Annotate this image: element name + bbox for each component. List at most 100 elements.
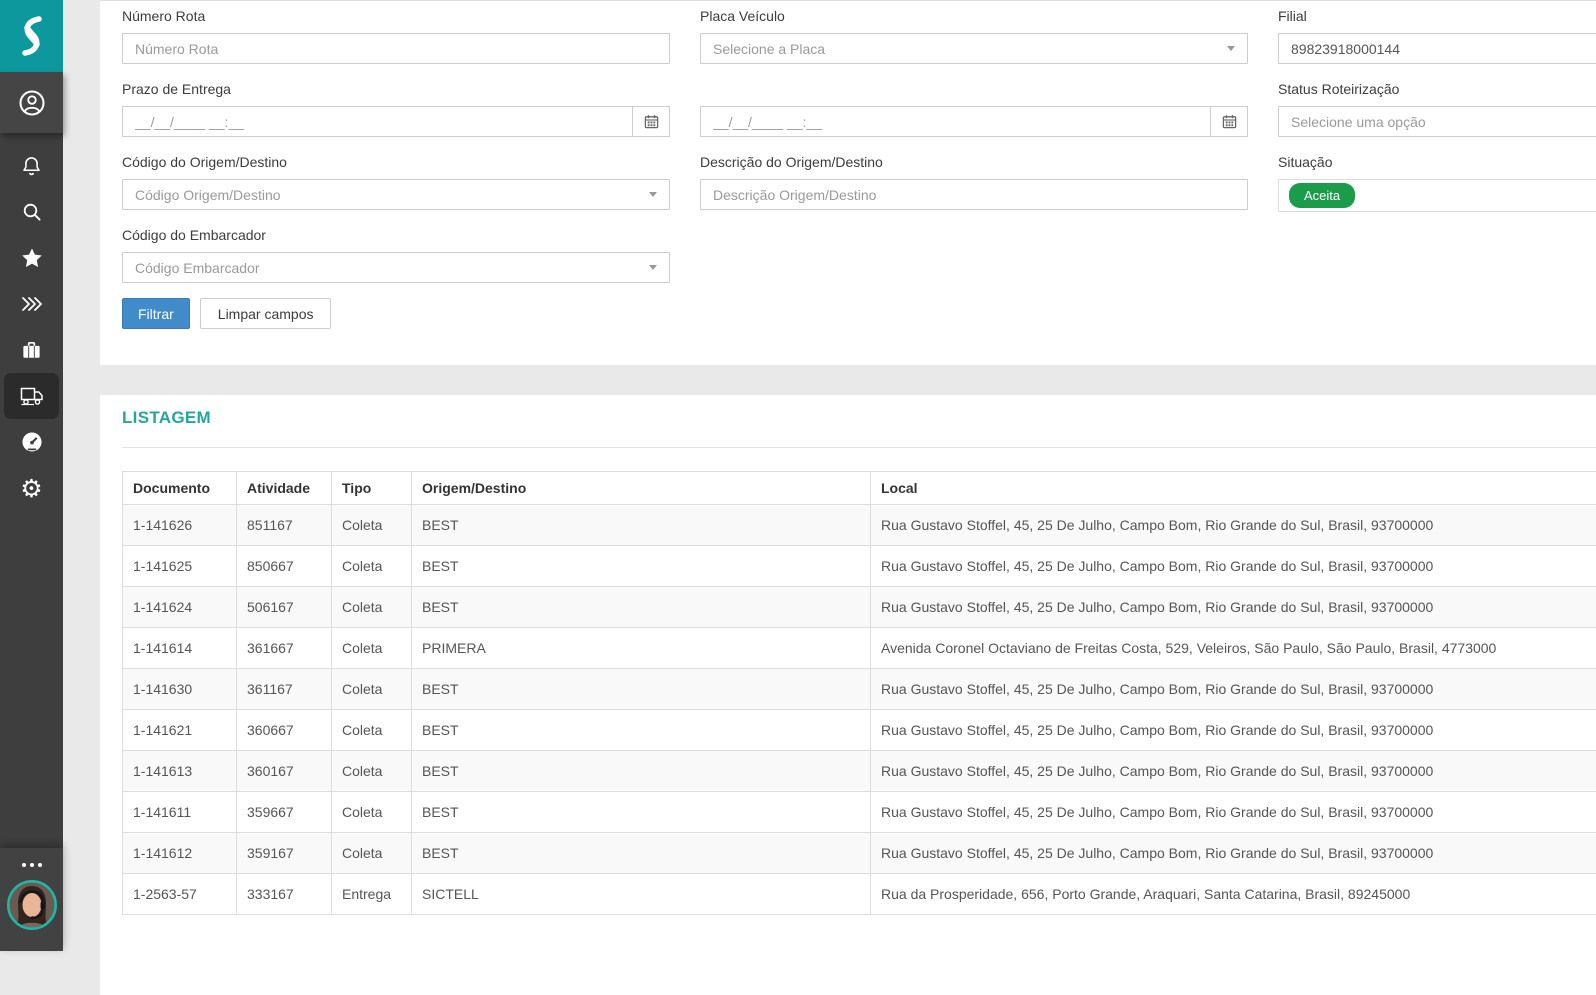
calendar-button[interactable]	[632, 106, 670, 137]
table-row[interactable]: 1-141621360667ColetaBESTRua Gustavo Stof…	[123, 710, 1596, 751]
table-cell: 361667	[237, 628, 332, 669]
placa-veiculo-select[interactable]: Selecione a Placa	[700, 33, 1248, 64]
select-placeholder: Código Origem/Destino	[135, 187, 649, 203]
table-cell: 333167	[237, 874, 332, 915]
table-row[interactable]: 1-141624506167ColetaBESTRua Gustavo Stof…	[123, 587, 1596, 628]
filter-panel: Número Rota Prazo de Entrega	[100, 0, 1596, 365]
search-icon	[20, 200, 44, 224]
table-row[interactable]: 1-141614361667ColetaPRIMERAAvenida Coron…	[123, 628, 1596, 669]
listing-table: DocumentoAtividadeTipoOrigem/DestinoLoca…	[122, 471, 1596, 915]
select-placeholder: Selecione a Placa	[713, 41, 1227, 57]
field-filial: Filial	[1278, 6, 1596, 64]
sidebar-item-notifications[interactable]	[0, 143, 63, 189]
calendar-button[interactable]	[1210, 106, 1248, 137]
clear-fields-button[interactable]: Limpar campos	[200, 298, 332, 329]
table-cell: Rua da Prosperidade, 656, Porto Grande, …	[871, 874, 1596, 915]
field-status-roteirizacao: Status Roteirização Selecione uma opção	[1278, 79, 1596, 137]
filial-input[interactable]	[1278, 33, 1596, 64]
table-cell: BEST	[412, 669, 871, 710]
filter-column-3: Filial Status Roteirização Selecione uma…	[1278, 6, 1596, 227]
sidebar-item-routes[interactable]	[4, 373, 59, 419]
table-cell: Coleta	[332, 505, 412, 546]
table-cell: Rua Gustavo Stoffel, 45, 25 De Julho, Ca…	[871, 505, 1596, 546]
field-label: Descrição do Origem/Destino	[700, 152, 1248, 172]
table-cell: Rua Gustavo Stoffel, 45, 25 De Julho, Ca…	[871, 710, 1596, 751]
table-cell: Coleta	[332, 710, 412, 751]
table-cell: 506167	[237, 587, 332, 628]
sidebar-more-button[interactable]	[22, 863, 42, 867]
sidebar-item-expand[interactable]	[0, 281, 63, 327]
table-row[interactable]: 1-141613360167ColetaBESTRua Gustavo Stof…	[123, 751, 1596, 792]
table-cell: Rua Gustavo Stoffel, 45, 25 De Julho, Ca…	[871, 751, 1596, 792]
table-cell: 1-2563-57	[123, 874, 237, 915]
column-header: Tipo	[332, 472, 412, 505]
table-cell: Coleta	[332, 546, 412, 587]
filter-button[interactable]: Filtrar	[122, 298, 190, 329]
avatar	[6, 879, 58, 931]
table-row[interactable]: 1-141626851167ColetaBESTRua Gustavo Stof…	[123, 505, 1596, 546]
table-cell: BEST	[412, 587, 871, 628]
table-cell: Coleta	[332, 833, 412, 874]
table-cell: Rua Gustavo Stoffel, 45, 25 De Julho, Ca…	[871, 546, 1596, 587]
support-avatar[interactable]	[6, 879, 58, 931]
sidebar-item-favorites[interactable]	[0, 235, 63, 281]
column-header: Origem/Destino	[412, 472, 871, 505]
table-cell: Coleta	[332, 669, 412, 710]
sidebar-item-search[interactable]	[0, 189, 63, 235]
field-label: Filial	[1278, 6, 1596, 26]
truck-icon	[18, 383, 46, 409]
sidebar-footer	[0, 848, 63, 951]
sidebar-item-settings[interactable]: ⚙	[0, 465, 63, 511]
field-label: Placa Veículo	[700, 6, 1248, 26]
prazo-entrega-start-input[interactable]	[122, 106, 670, 137]
table-cell: PRIMERA	[412, 628, 871, 669]
sidebar-nav: ⚙	[0, 143, 63, 511]
table-cell: BEST	[412, 546, 871, 587]
prazo-entrega-end-input[interactable]	[700, 106, 1248, 137]
field-label: Situação	[1278, 152, 1596, 172]
table-cell: Coleta	[332, 628, 412, 669]
table-cell: 1-141612	[123, 833, 237, 874]
listing-panel: LISTAGEM DocumentoAtividadeTipoOrigem/De…	[100, 395, 1596, 995]
numero-rota-input[interactable]	[122, 33, 670, 64]
table-cell: Rua Gustavo Stoffel, 45, 25 De Julho, Ca…	[871, 587, 1596, 628]
codigo-origem-destino-select[interactable]: Código Origem/Destino	[122, 179, 670, 210]
field-label: Código do Origem/Destino	[122, 152, 670, 172]
table-row[interactable]: 1-141630361167ColetaBESTRua Gustavo Stof…	[123, 669, 1596, 710]
gear-icon: ⚙	[20, 476, 42, 501]
table-cell: 1-141625	[123, 546, 237, 587]
table-cell: 1-141613	[123, 751, 237, 792]
divider	[122, 447, 1596, 448]
table-row[interactable]: 1-141612359167ColetaBESTRua Gustavo Stof…	[123, 833, 1596, 874]
table-cell: 1-141621	[123, 710, 237, 751]
sidebar-item-user[interactable]	[0, 72, 63, 133]
table-cell: 851167	[237, 505, 332, 546]
table-row[interactable]: 1-2563-57333167EntregaSICTELLRua da Pros…	[123, 874, 1596, 915]
calendar-icon	[644, 114, 659, 129]
descricao-origem-destino-input[interactable]	[700, 179, 1248, 210]
star-icon	[19, 245, 45, 271]
field-numero-rota: Número Rota	[122, 6, 670, 64]
sidebar-item-dashboard[interactable]	[0, 419, 63, 465]
listing-title: LISTAGEM	[122, 408, 1596, 428]
field-descricao-origem-destino: Descrição do Origem/Destino	[700, 152, 1248, 210]
chevron-down-icon	[649, 192, 657, 197]
table-row[interactable]: 1-141625850667ColetaBESTRua Gustavo Stof…	[123, 546, 1596, 587]
field-prazo-entrega: Prazo de Entrega	[122, 79, 670, 137]
calendar-icon	[1222, 114, 1237, 129]
table-cell: Coleta	[332, 751, 412, 792]
table-cell: BEST	[412, 751, 871, 792]
app-logo[interactable]	[0, 0, 63, 72]
status-roteirizacao-select[interactable]: Selecione uma opção	[1278, 106, 1596, 137]
codigo-embarcador-select[interactable]: Código Embarcador	[122, 252, 670, 283]
sidebar: ⚙	[0, 0, 63, 951]
table-cell: SICTELL	[412, 874, 871, 915]
situacao-select[interactable]: Aceita	[1278, 179, 1596, 212]
table-row[interactable]: 1-141611359667ColetaBESTRua Gustavo Stof…	[123, 792, 1596, 833]
table-cell: 1-141626	[123, 505, 237, 546]
field-prazo-entrega-fim	[700, 79, 1248, 137]
filter-column-2: Placa Veículo Selecione a Placa	[700, 6, 1248, 225]
table-cell: Rua Gustavo Stoffel, 45, 25 De Julho, Ca…	[871, 669, 1596, 710]
table-cell: 360167	[237, 751, 332, 792]
sidebar-item-services[interactable]	[0, 327, 63, 373]
